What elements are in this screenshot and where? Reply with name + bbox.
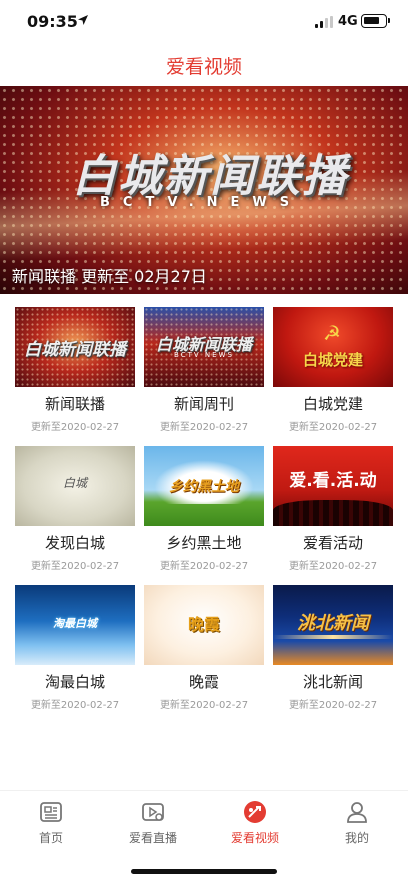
thumbnail-text: 白城党建 bbox=[302, 351, 363, 369]
program-card-dusk[interactable]: 晚霞 晚霞 更新至2020-02-27 bbox=[144, 585, 264, 711]
banner-logo-subtitle: BCTV.NEWS bbox=[100, 195, 303, 210]
program-update-date: 更新至2020-02-27 bbox=[288, 422, 378, 433]
tab-label: 首页 bbox=[38, 831, 63, 845]
tab-label: 我的 bbox=[344, 831, 369, 845]
program-thumbnail: 爱.看.活.动 bbox=[273, 446, 393, 526]
thumbnail-text: 爱.看.活.动 bbox=[289, 471, 377, 491]
program-title: 发现白城 bbox=[44, 534, 105, 552]
tab-profile[interactable]: 我的 bbox=[306, 799, 408, 846]
status-time: 09:35 bbox=[27, 12, 78, 31]
battery-icon bbox=[361, 14, 390, 28]
program-card-village[interactable]: 乡约黑土地 乡约黑土地 更新至2020-02-27 bbox=[144, 446, 264, 572]
program-thumbnail: 乡约黑土地 bbox=[144, 446, 264, 526]
page-title: 爱看视频 bbox=[165, 56, 242, 78]
program-update-date: 更新至2020-02-27 bbox=[159, 422, 249, 433]
thumbnail-text: 白城 bbox=[62, 476, 87, 490]
location-arrow-icon bbox=[78, 15, 88, 25]
program-thumbnail: 白城 bbox=[15, 446, 135, 526]
program-update-date: 更新至2020-02-27 bbox=[159, 700, 249, 711]
program-card-news[interactable]: 白城新闻联播 新闻联播 更新至2020-02-27 bbox=[15, 307, 135, 433]
program-update-date: 更新至2020-02-27 bbox=[30, 700, 120, 711]
program-card-events[interactable]: 爱.看.活.动 爱看活动 更新至2020-02-27 bbox=[273, 446, 393, 572]
status-bar: 09:35 4G bbox=[0, 0, 408, 44]
live-tv-icon bbox=[142, 803, 164, 821]
news-icon bbox=[40, 802, 62, 822]
program-title: 新闻联播 bbox=[44, 395, 105, 413]
program-update-date: 更新至2020-02-27 bbox=[288, 700, 378, 711]
program-card-taobei[interactable]: 洮北新闻 洮北新闻 更新至2020-02-27 bbox=[273, 585, 393, 711]
program-title: 洮北新闻 bbox=[302, 673, 363, 691]
tab-label: 爱看直播 bbox=[128, 831, 177, 845]
thumbnail-text: 白城新闻联播 bbox=[24, 340, 126, 360]
program-title: 乡约黑土地 bbox=[166, 534, 242, 552]
program-update-date: 更新至2020-02-27 bbox=[30, 422, 120, 433]
program-thumbnail: 白城新闻联播 BCTV NEWS bbox=[144, 307, 264, 387]
program-title: 新闻周刊 bbox=[173, 395, 234, 413]
network-type: 4G bbox=[338, 14, 358, 29]
thumbnail-subtext: BCTV NEWS bbox=[174, 351, 234, 359]
program-update-date: 更新至2020-02-27 bbox=[288, 561, 378, 572]
tab-home[interactable]: 首页 bbox=[0, 799, 102, 846]
home-indicator[interactable] bbox=[131, 869, 277, 874]
program-title: 白城党建 bbox=[302, 395, 363, 413]
thumbnail-text: 晚霞 bbox=[187, 615, 220, 634]
program-card-party[interactable]: ☭ 白城党建 白城党建 更新至2020-02-27 bbox=[273, 307, 393, 433]
program-card-weekly[interactable]: 白城新闻联播 BCTV NEWS 新闻周刊 更新至2020-02-27 bbox=[144, 307, 264, 433]
program-update-date: 更新至2020-02-27 bbox=[30, 561, 120, 572]
program-thumbnail: 淘最白城 bbox=[15, 585, 135, 665]
thumbnail-text: 洮北新闻 bbox=[297, 613, 369, 634]
program-card-discover[interactable]: 白城 发现白城 更新至2020-02-27 bbox=[15, 446, 135, 572]
program-thumbnail: 白城新闻联播 bbox=[15, 307, 135, 387]
hammer-sickle-icon: ☭ bbox=[323, 321, 341, 345]
program-thumbnail: ☭ 白城党建 bbox=[273, 307, 393, 387]
tab-video[interactable]: 爱看视频 bbox=[204, 799, 306, 846]
video-icon bbox=[244, 801, 266, 823]
user-icon bbox=[347, 802, 367, 823]
tab-label: 爱看视频 bbox=[230, 831, 279, 845]
program-title: 淘最白城 bbox=[44, 673, 105, 691]
thumbnail-text: 乡约黑土地 bbox=[169, 479, 239, 495]
program-title: 晚霞 bbox=[188, 673, 219, 691]
banner-caption: 新闻联播 更新至 02月27日 bbox=[12, 267, 207, 286]
program-update-date: 更新至2020-02-27 bbox=[159, 561, 249, 572]
program-thumbnail: 洮北新闻 bbox=[273, 585, 393, 665]
signal-strength-icon bbox=[315, 16, 333, 28]
program-thumbnail: 晚霞 bbox=[144, 585, 264, 665]
program-card-best[interactable]: 淘最白城 淘最白城 更新至2020-02-27 bbox=[15, 585, 135, 711]
tab-live[interactable]: 爱看直播 bbox=[102, 799, 204, 846]
program-title: 爱看活动 bbox=[302, 534, 363, 552]
thumbnail-text: 淘最白城 bbox=[53, 617, 97, 630]
